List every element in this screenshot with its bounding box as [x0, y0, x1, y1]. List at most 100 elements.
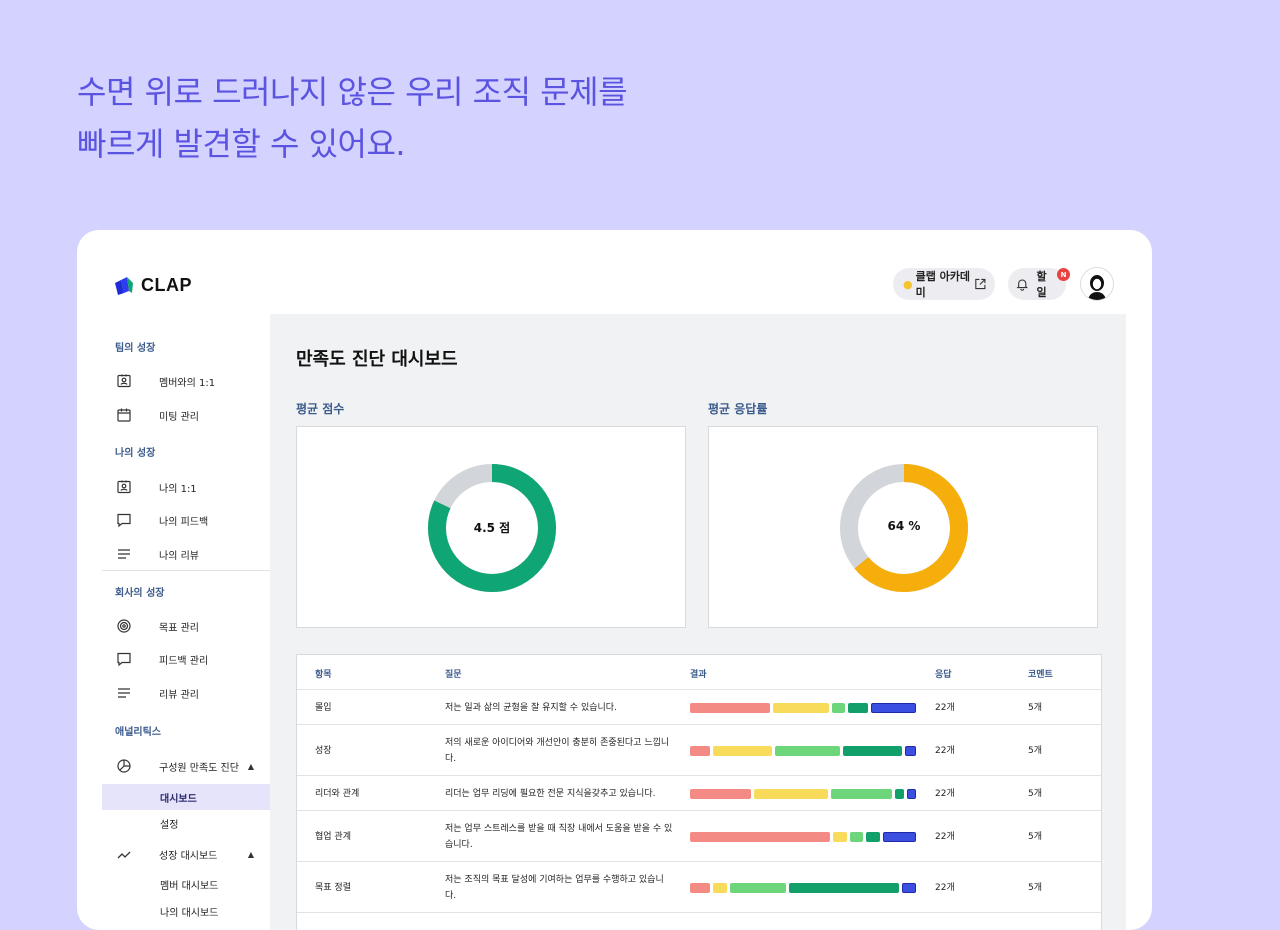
chat-bubble-icon — [117, 652, 131, 667]
distribution-segment — [904, 745, 916, 756]
table-row[interactable]: 목표 정렬 저는 조직의 목표 달성에 기여하는 업무를 수행하고 있습니 다. 22… — [297, 862, 1101, 913]
row-comments: 5개 — [1028, 702, 1043, 713]
response-rate-value: 64 % — [887, 519, 921, 533]
sidebar-subitem-settings[interactable]: 설정 — [102, 810, 270, 836]
pie-icon — [117, 759, 131, 773]
row-responses: 22개 — [935, 745, 955, 756]
row-responses: 22개 — [935, 882, 955, 893]
distribution-segment — [871, 702, 916, 713]
sidebar-item-label: 나의 리뷰 — [159, 550, 199, 562]
distribution-segment — [882, 831, 916, 842]
academy-button[interactable]: ● 클랩 아카데미 — [893, 268, 995, 300]
row-comments: 5개 — [1028, 831, 1043, 842]
distribution-segment — [729, 882, 787, 893]
distribution-segment — [713, 745, 772, 756]
sidebar-item-my-1on1[interactable]: 나의 1:1 — [102, 474, 270, 500]
distribution-segment — [848, 702, 869, 713]
distribution-segment — [713, 882, 727, 893]
clap-logo[interactable]: CLAP — [115, 275, 192, 296]
table-row[interactable]: 협업 관계 저는 업무 스트레스를 받을 때 직장 내에서 도움을 받을 수 있습… — [297, 811, 1101, 862]
distribution-segment — [831, 788, 892, 799]
distribution-segment — [774, 745, 841, 756]
sidebar: 팀의 성장 멤버와의 1:1 미팅 관리 나의 성장 나의 1:1 나의 피드백… — [102, 314, 270, 930]
sidebar-item-label: 나의 피드백 — [159, 516, 209, 528]
distribution-segment — [690, 702, 771, 713]
distribution-segment — [833, 831, 847, 842]
section-title-company: 회사의 성장 — [115, 588, 165, 599]
sidebar-item-satisfaction[interactable]: 구성원 만족도 진단 ▲ — [102, 753, 270, 779]
header-item: 항목 — [315, 670, 332, 680]
contact-card-icon — [117, 480, 131, 494]
row-comments: 5개 — [1028, 882, 1043, 893]
headline: 수면 위로 드러나지 않은 우리 조직 문제를 빠르게 발견할 수 있어요. — [77, 66, 628, 170]
header-question: 질문 — [445, 670, 462, 680]
header-responses: 응답 — [935, 670, 952, 680]
distribution-segment — [902, 882, 916, 893]
sidebar-divider — [102, 570, 270, 571]
distribution-segment — [849, 831, 864, 842]
target-icon — [117, 619, 131, 633]
caret-up-icon[interactable]: ▲ — [248, 762, 254, 771]
table-row[interactable]: 성장 저의 새로운 아이디어와 개선안이 충분히 존중된다고 느낍니 다. 22개 5개 — [297, 725, 1101, 776]
sidebar-item-label: 피드백 관리 — [159, 655, 209, 667]
sidebar-item-member-1on1[interactable]: 멤버와의 1:1 — [102, 368, 270, 394]
question-line: 리더는 업무 리딩에 필요한 전문 지식을갖추고 있습니다. — [445, 788, 656, 799]
distribution-segment — [906, 788, 916, 799]
distribution-segment — [753, 788, 829, 799]
clap-logo-icon — [115, 276, 133, 295]
header-result: 결과 — [690, 670, 707, 680]
caret-up-icon[interactable]: ▲ — [248, 850, 254, 859]
table-row[interactable]: 리더와 관계 리더는 업무 리딩에 필요한 전문 지식을갖추고 있습니다. 22개 5… — [297, 776, 1101, 811]
response-rate-label: 평균 응답률 — [708, 402, 768, 416]
row-comments: 5개 — [1028, 745, 1043, 756]
distribution-segment — [789, 882, 900, 893]
sidebar-item-label: 구성원 만족도 진단 — [159, 762, 239, 774]
calendar-icon — [117, 408, 131, 422]
header-comments: 코멘트 — [1028, 670, 1053, 680]
sidebar-subitem-member-dashboard[interactable]: 멤버 대시보드 — [102, 871, 270, 897]
distribution-segment — [690, 831, 831, 842]
table-header: 항목 질문 결과 응답 코멘트 — [297, 655, 1101, 690]
bell-icon — [1016, 279, 1029, 291]
row-item: 성장 — [315, 745, 332, 756]
page-title: 만족도 진단 대시보드 — [296, 349, 458, 370]
sidebar-item-feedback-manage[interactable]: 피드백 관리 — [102, 646, 270, 672]
academy-label: 클랩 아카데미 — [915, 270, 971, 299]
row-item: 협업 관계 — [315, 831, 351, 842]
sidebar-item-label: 성장 대시보드 — [159, 850, 218, 862]
avatar[interactable] — [1080, 267, 1114, 301]
distribution-segment — [831, 702, 846, 713]
todo-label: 할 일 — [1036, 270, 1047, 299]
result-distribution-bar — [690, 831, 916, 842]
row-item: 리더와 관계 — [315, 788, 360, 799]
sidebar-item-goals[interactable]: 목표 관리 — [102, 613, 270, 639]
table-row[interactable]: 몰입 저는 일과 삶의 균형을 잘 유지할 수 있습니다. 22개 5개 — [297, 690, 1101, 725]
question-line: 습니다. — [445, 839, 473, 850]
row-item: 목표 정렬 — [315, 882, 351, 893]
sidebar-item-my-review[interactable]: 나의 리뷰 — [102, 541, 270, 567]
avg-score-card: 4.5 점 — [296, 426, 686, 628]
brand-name: CLAP — [141, 275, 192, 295]
sidebar-item-label: 리뷰 관리 — [159, 689, 199, 701]
row-responses: 22개 — [935, 831, 955, 842]
sidebar-item-meeting[interactable]: 미팅 관리 — [102, 402, 270, 428]
avg-score-label: 평균 점수 — [296, 402, 345, 416]
row-question: 저는 일과 삶의 균형을 잘 유지할 수 있습니다. — [445, 700, 617, 716]
sidebar-subitem-dashboard[interactable]: 대시보드 — [102, 784, 270, 810]
distribution-segment — [866, 831, 880, 842]
sidebar-item-label: 나의 1:1 — [159, 483, 197, 495]
result-distribution-bar — [690, 702, 916, 713]
sidebar-item-label: 멤버와의 1:1 — [159, 377, 216, 389]
result-distribution-bar — [690, 788, 916, 799]
trend-icon — [117, 851, 131, 859]
sidebar-item-growth[interactable]: 성장 대시보드 ▲ — [102, 841, 270, 867]
main-content: 만족도 진단 대시보드 평균 점수 4.5 점 평균 응답률 64 % 항목 질… — [270, 314, 1126, 930]
row-question: 저는 업무 스트레스를 받을 때 직장 내에서 도움을 받을 수 있 습니다. — [445, 821, 672, 853]
row-responses: 22개 — [935, 702, 955, 713]
result-distribution-bar — [690, 745, 916, 756]
sidebar-item-review-manage[interactable]: 리뷰 관리 — [102, 680, 270, 706]
question-line: 다. — [445, 753, 457, 764]
lines-icon — [118, 688, 130, 698]
sidebar-subitem-my-dashboard[interactable]: 나의 대시보드 — [102, 898, 270, 924]
sidebar-item-my-feedback[interactable]: 나의 피드백 — [102, 507, 270, 533]
